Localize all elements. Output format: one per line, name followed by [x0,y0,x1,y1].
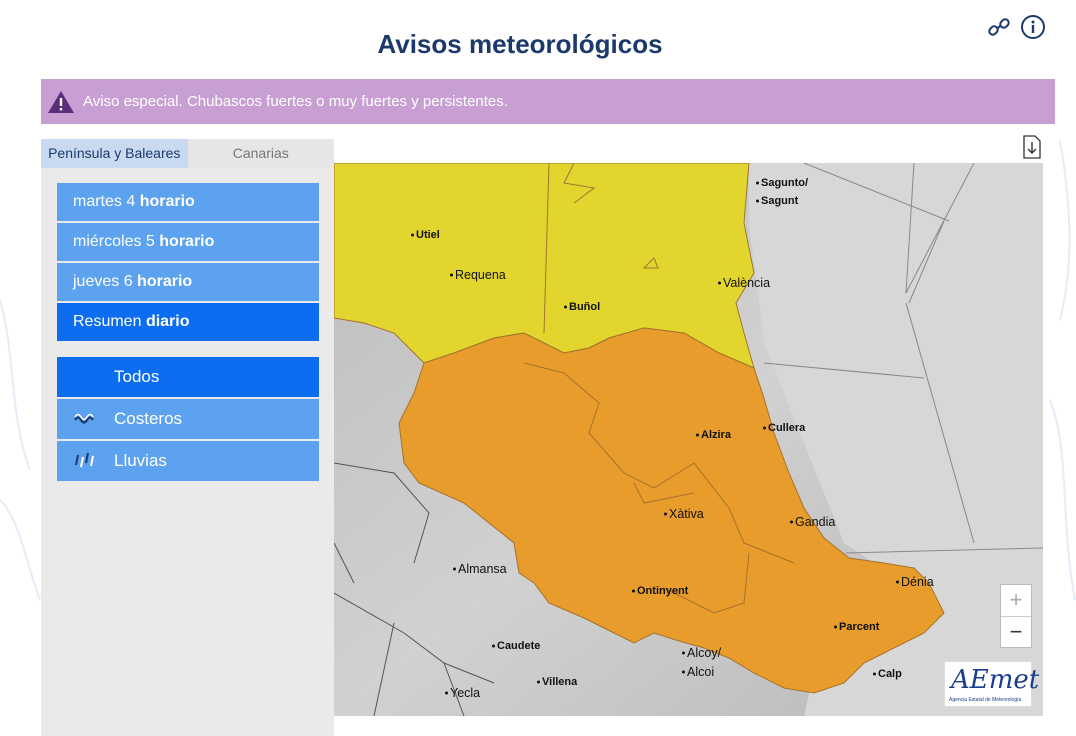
day-label: Resumen [73,313,142,330]
city-label: Ontinyent [637,585,689,597]
day-item-miercoles[interactable]: miércoles 5 horario [57,223,319,261]
city-label: Almansa [458,562,507,576]
city-label: València [723,276,771,290]
rain-icon [75,452,94,468]
day-mode: horario [139,193,195,210]
city-label: Buñol [569,301,601,313]
city-label: Alcoi [687,665,715,679]
warning-map[interactable]: Sagunto/ Sagunt Utiel Requena València B… [334,163,1043,716]
tab-peninsula-baleares[interactable]: Península y Baleares [41,139,188,168]
logo-text: AEmet [951,665,1040,695]
city-label: Caudete [497,640,541,652]
city-label: Xàtiva [669,507,704,521]
day-mode: horario [159,233,215,250]
city-label: Calp [878,668,902,680]
day-item-jueves[interactable]: jueves 6 horario [57,263,319,301]
day-label: jueves 6 [73,273,133,290]
zoom-out-button[interactable]: − [1001,617,1031,648]
tab-canarias[interactable]: Canarias [187,139,334,168]
type-item-lluvias[interactable]: Lluvias [57,441,319,481]
city-label: Yecla [450,686,481,700]
warning-banner: Aviso especial. Chubascos fuertes o muy … [41,79,1055,124]
city-label: Cullera [768,422,806,434]
city-label: Alzira [701,429,731,441]
type-item-todos[interactable]: Todos [57,357,319,397]
city-label: Parcent [839,621,880,633]
logo-subtitle: Agencia Estatal de Meteorología [949,697,1022,703]
info-icon[interactable] [1020,14,1046,40]
city-label: Villena [542,676,578,688]
city-label: Gandia [795,515,836,529]
type-label: Lluvias [114,451,167,470]
day-list: martes 4 horario miércoles 5 horario jue… [57,183,319,343]
waves-icon [74,413,94,424]
city-label: Sagunt [761,195,799,207]
warning-type-list: Todos Costeros Lluvias [57,357,319,483]
city-label: Sagunto/ [761,177,809,189]
side-panel: Península y Baleares Canarias martes 4 h… [41,139,334,736]
city-label: Dénia [901,575,934,589]
title-icons [986,14,1046,40]
day-label: miércoles 5 [73,233,155,250]
day-label: martes 4 [73,193,136,210]
region-tabs: Península y Baleares Canarias [41,139,334,168]
day-mode: horario [137,273,193,290]
day-mode: diario [145,313,190,330]
warning-triangle-icon [48,90,74,113]
zoom-in-button[interactable]: + [1001,585,1031,617]
zoom-control: + − [1000,584,1032,648]
day-item-martes[interactable]: martes 4 horario [57,183,319,221]
city-label: Alcoy/ [687,646,722,660]
link-icon[interactable] [986,14,1012,40]
warning-text: Aviso especial. Chubascos fuertes o muy … [83,93,508,110]
day-item-resumen[interactable]: Resumen diario [57,303,319,341]
aemet-logo: AEmet Agencia Estatal de Meteorología [944,661,1039,707]
page-title: Avisos meteorológicos [377,29,663,60]
download-icon[interactable] [1022,135,1042,159]
city-label: Requena [455,268,506,282]
type-item-costeros[interactable]: Costeros [57,399,319,439]
type-label: Todos [114,367,160,386]
map-base [334,163,1043,716]
city-label: Utiel [416,229,440,241]
type-label: Costeros [114,409,183,428]
